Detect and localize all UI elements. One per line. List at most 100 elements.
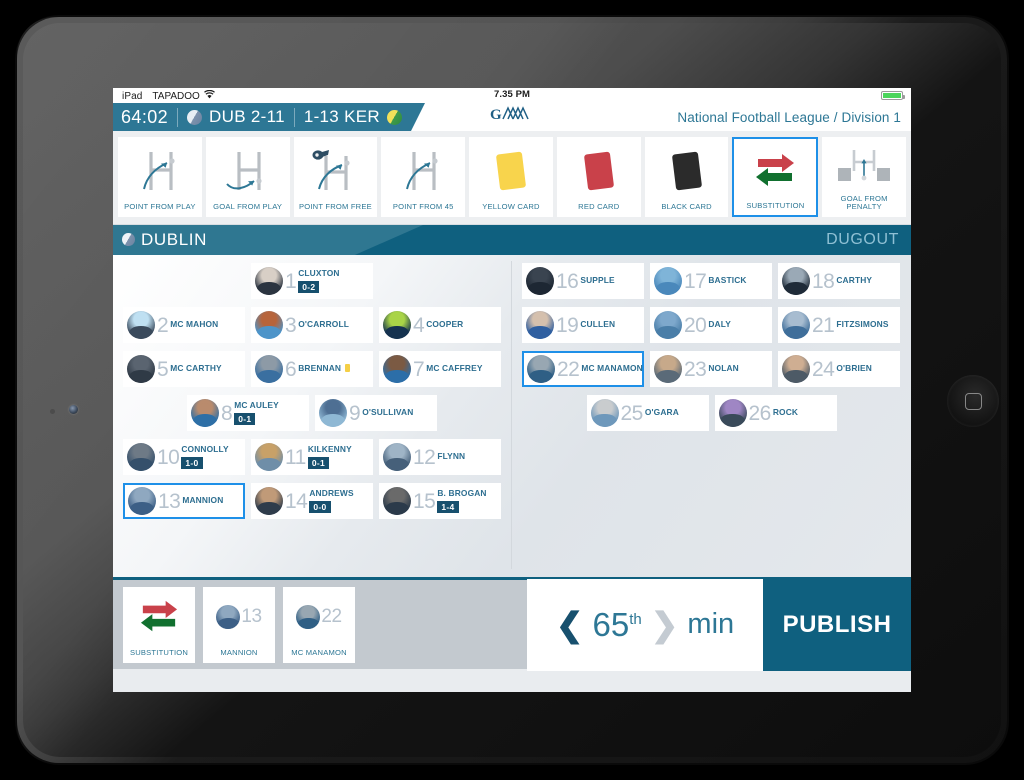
tile-player-number: 13 bbox=[241, 606, 262, 627]
player-info: BRENNAN bbox=[298, 364, 351, 374]
player-card-16[interactable]: 16 SUPPLE bbox=[522, 263, 644, 299]
player-card-21[interactable]: 21 FITZSIMONS bbox=[778, 307, 900, 343]
player-info: NOLAN bbox=[708, 364, 739, 374]
player-number: 1 bbox=[285, 269, 297, 293]
player-name: O'GARA bbox=[644, 407, 679, 418]
posts-point-icon bbox=[119, 138, 201, 203]
player-info: O'GARA bbox=[645, 408, 679, 418]
player-number: 6 bbox=[285, 357, 297, 381]
player-avatar bbox=[782, 267, 810, 295]
player-card-12[interactable]: 12 FLYNN bbox=[379, 439, 501, 475]
player-score-badge: 1-0 bbox=[181, 456, 203, 470]
player-number: 18 bbox=[812, 269, 835, 293]
tile-label: MC MANAMON bbox=[291, 647, 347, 657]
tile-label: MANNION bbox=[220, 647, 258, 657]
player-card-6[interactable]: 6 BRENNAN bbox=[251, 351, 373, 387]
player-number: 9 bbox=[349, 401, 361, 425]
player-card-24[interactable]: 24 O'BRIEN bbox=[778, 351, 900, 387]
yellow-card-icon bbox=[470, 138, 552, 203]
player-info: CLUXTON 0-2 bbox=[298, 268, 339, 294]
home-button-square-icon bbox=[964, 392, 982, 410]
chevron-left-icon[interactable]: ❮ bbox=[556, 608, 584, 641]
player-card-10[interactable]: 10 CONNOLLY 1-0 bbox=[123, 439, 245, 475]
player-info: FITZSIMONS bbox=[836, 320, 888, 330]
player-info: FLYNN bbox=[437, 452, 465, 462]
player-score-badge: 0-1 bbox=[307, 456, 329, 470]
action-label: POINT FROM 45 bbox=[392, 202, 454, 212]
action-point-from-45[interactable]: POINT FROM 45 bbox=[381, 137, 466, 217]
penalty-goal-icon bbox=[823, 138, 905, 195]
action-point-from-free[interactable]: POINT FROM FREE bbox=[293, 137, 378, 217]
dugout-tab[interactable]: DUGOUT bbox=[826, 231, 911, 249]
player-card-23[interactable]: 23 NOLAN bbox=[650, 351, 772, 387]
player-info: BASTICK bbox=[708, 276, 746, 286]
player-info: B. BROGAN 1-4 bbox=[437, 488, 486, 514]
home-button[interactable] bbox=[947, 375, 999, 427]
player-card-4[interactable]: 4 COOPER bbox=[379, 307, 501, 343]
player-info: MC MANAMON bbox=[581, 364, 642, 374]
player-avatar bbox=[782, 355, 810, 383]
minute-stepper: ❮ 65th ❯ min bbox=[527, 578, 763, 671]
player-info: MC AULEY 0-1 bbox=[234, 400, 279, 426]
player-card-18[interactable]: 18 CARTHY bbox=[778, 263, 900, 299]
player-card-3[interactable]: 3 O'CARROLL bbox=[251, 307, 373, 343]
player-avatar bbox=[654, 267, 682, 295]
player-card-5[interactable]: 5 MC CARTHY bbox=[123, 351, 245, 387]
player-card-15[interactable]: 15 B. BROGAN 1-4 bbox=[379, 483, 501, 519]
action-yellow-card[interactable]: YELLOW CARD bbox=[469, 137, 553, 217]
tile-label: SUBSTITUTION bbox=[129, 647, 189, 657]
player-avatar bbox=[255, 443, 283, 471]
player-name: DALY bbox=[708, 319, 731, 330]
player-avatar bbox=[255, 267, 283, 295]
player-card-25[interactable]: 25 O'GARA bbox=[586, 395, 709, 431]
player-avatar bbox=[526, 267, 554, 295]
player-name: MANNION bbox=[182, 495, 224, 506]
player-card-7[interactable]: 7 MC CAFFREY bbox=[379, 351, 501, 387]
action-substitution[interactable]: SUBSTITUTION bbox=[732, 137, 819, 217]
player-card-20[interactable]: 20 DALY bbox=[650, 307, 772, 343]
team-name: DUBLIN bbox=[141, 230, 207, 249]
player-card-11[interactable]: 11 KILKENNY 0-1 bbox=[251, 439, 373, 475]
action-red-card[interactable]: RED CARD bbox=[556, 137, 641, 217]
player-avatar bbox=[383, 443, 411, 471]
event-tile-player-22[interactable]: 22 MC MANAMON bbox=[283, 586, 355, 663]
action-label: GOAL FROM PENALTY bbox=[840, 193, 888, 212]
player-card-1[interactable]: 1 CLUXTON 0-2 bbox=[251, 263, 373, 299]
action-black-card[interactable]: BLACK CARD bbox=[644, 137, 729, 217]
publish-button[interactable]: PUBLISH bbox=[763, 578, 911, 671]
player-card-9[interactable]: 9 O'SULLIVAN bbox=[315, 395, 437, 431]
ios-status-bar: iPad TAPADOO 7.35 PM bbox=[113, 88, 911, 103]
player-card-13[interactable]: 13 MANNION bbox=[123, 483, 245, 519]
tile-art: 13 bbox=[216, 587, 262, 648]
player-info: ROCK bbox=[773, 408, 798, 418]
player-info: MC CARTHY bbox=[170, 364, 222, 374]
player-card-22[interactable]: 22 MC MANAMON bbox=[522, 351, 644, 387]
chevron-right-icon[interactable]: ❯ bbox=[651, 608, 679, 641]
player-row: 25 O'GARA 26 ROCK bbox=[512, 395, 911, 431]
action-goal-from-penalty[interactable]: GOAL FROM PENALTY bbox=[822, 137, 907, 217]
player-number: 10 bbox=[157, 445, 180, 469]
player-card-14[interactable]: 14 ANDREWS 0-0 bbox=[251, 483, 373, 519]
minute-value: 65th bbox=[593, 608, 642, 641]
event-tile-action[interactable]: SUBSTITUTION bbox=[123, 586, 195, 663]
action-goal-from-play[interactable]: GOAL FROM PLAY bbox=[205, 137, 290, 217]
player-card-8[interactable]: 8 MC AULEY 0-1 bbox=[187, 395, 309, 431]
posts-goal-icon bbox=[207, 138, 289, 203]
player-info: O'CARROLL bbox=[298, 320, 349, 330]
event-tile-player-13[interactable]: 13 MANNION bbox=[203, 586, 275, 663]
player-avatar bbox=[127, 443, 155, 471]
player-score-badge: 0-2 bbox=[298, 280, 320, 294]
player-avatar bbox=[590, 399, 619, 427]
action-point-from-play[interactable]: POINT FROM PLAY bbox=[118, 137, 202, 217]
player-number: 24 bbox=[812, 357, 835, 381]
scoreboard-header: 64:02 DUB 2-11 1-13 KER G National Footb… bbox=[113, 103, 911, 131]
player-card-17[interactable]: 17 BASTICK bbox=[650, 263, 772, 299]
player-avatar bbox=[128, 487, 156, 515]
player-card-19[interactable]: 19 CULLEN bbox=[522, 307, 644, 343]
player-card-26[interactable]: 26 ROCK bbox=[714, 395, 837, 431]
player-avatar bbox=[383, 487, 411, 515]
ambient-sensor-icon bbox=[50, 409, 55, 414]
player-card-2[interactable]: 2 MC MAHON bbox=[123, 307, 245, 343]
player-number: 3 bbox=[285, 313, 297, 337]
player-name: SUPPLE bbox=[580, 275, 615, 286]
